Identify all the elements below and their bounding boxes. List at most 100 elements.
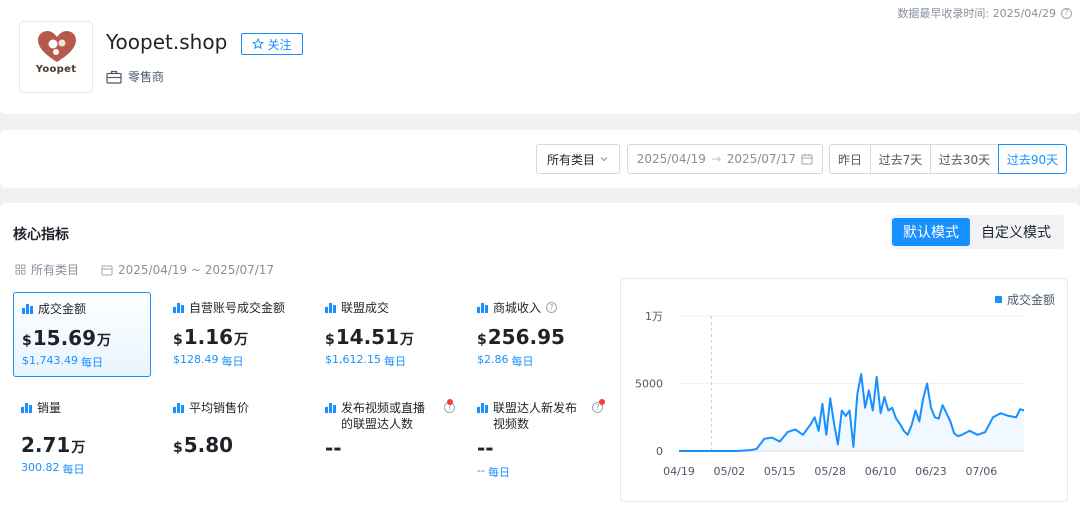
quick-7d-button[interactable]: 过去7天 [870, 144, 931, 174]
calendar-icon [101, 265, 113, 275]
star-outline-icon [252, 38, 265, 50]
metric-gmv[interactable]: 成交金额 $15.69 万 $1,743.49 每日 [13, 292, 151, 377]
metric-value: -- [325, 436, 342, 460]
follow-button[interactable]: 关注 [241, 33, 303, 55]
chart-plot: 0 5000 1万 04/19 05/02 05/15 05/28 06/10 06/23 07/… [635, 310, 1025, 478]
category-select[interactable]: 所有类目 [536, 144, 620, 174]
date-end: 2025/07/17 [726, 152, 796, 166]
x-tick-label: 05/15 [764, 465, 796, 478]
bar-chart-icon [21, 402, 32, 413]
x-tick-label: 06/10 [865, 465, 897, 478]
metric-label: 发布视频或直播的联盟达人数 [341, 401, 426, 431]
x-tick-label: 05/28 [814, 465, 846, 478]
custom-mode-button[interactable]: 自定义模式 [970, 218, 1062, 246]
metric-value: 256.95 [487, 325, 565, 349]
metric-daily-value: $1,743.49 [22, 354, 78, 367]
new-feature-dot [599, 399, 605, 405]
date-start: 2025/04/19 [636, 152, 706, 166]
shop-name: Yoopet.shop [106, 30, 228, 54]
metric-unit: 万 [234, 332, 249, 348]
shop-type: 零售商 [106, 68, 164, 85]
quick-90d-button[interactable]: 过去90天 [998, 144, 1067, 174]
bar-chart-icon [325, 402, 336, 413]
shop-logo: Yoopet [19, 21, 93, 93]
logo-text: Yoopet [35, 64, 77, 75]
briefcase-icon [106, 70, 122, 84]
category-select-value: 所有类目 [546, 152, 595, 167]
metric-currency: $ [22, 333, 32, 349]
gmv-trend-chart: 成交金额 0 5000 1万 04/19 05/02 05/15 05/28 06/10 06/… [620, 278, 1068, 502]
metric-label: 商城收入 [493, 301, 542, 315]
metric-unit: 万 [400, 332, 415, 348]
metric-value: 15.69 [32, 326, 97, 350]
core-metrics-card: 核心指标 默认模式 自定义模式 所有类目 2025/04/19 ~ 2025/0… [0, 203, 1080, 512]
active-filter-summary: 所有类目 2025/04/19 ~ 2025/07/17 [15, 261, 274, 278]
shop-header-card: Yoopet Yoopet.shop 关注 零售商 数据最早收录时间: 2025… [0, 0, 1080, 114]
metric-avg-price[interactable]: 平均销售价 $5.80 [165, 392, 303, 477]
metric-label: 平均销售价 [189, 401, 250, 415]
metric-affiliate-creators[interactable]: 发布视频或直播的联盟达人数? -- [317, 392, 455, 477]
quick-yesterday-button[interactable]: 昨日 [829, 144, 871, 174]
x-tick-label: 07/06 [966, 465, 998, 478]
metric-unit: 万 [71, 440, 86, 456]
section-title: 核心指标 [13, 227, 69, 243]
metric-daily-label: 每日 [80, 356, 103, 369]
bar-chart-icon [477, 402, 488, 413]
metric-label: 销量 [37, 401, 62, 415]
metric-daily-label: 每日 [62, 463, 85, 476]
bar-chart-icon [22, 303, 33, 314]
metric-self-account-gmv[interactable]: 自营账号成交金额 $1.16 万 $128.49 每日 [165, 292, 303, 377]
metric-currency: $ [477, 332, 487, 348]
metric-daily-value: -- [477, 464, 485, 477]
metric-daily-label: 每日 [383, 355, 406, 368]
metric-currency: $ [173, 332, 183, 348]
metric-value: 2.71 [21, 433, 71, 457]
metric-currency: $ [173, 440, 183, 456]
new-feature-dot [447, 399, 453, 405]
series-area [679, 374, 1024, 451]
chevron-down-icon [600, 157, 608, 162]
metric-currency: $ [325, 332, 335, 348]
metric-value: 14.51 [335, 325, 400, 349]
metric-daily-value: $1,612.15 [325, 353, 381, 366]
question-circle-icon[interactable]: ? [1061, 7, 1072, 19]
default-mode-button[interactable]: 默认模式 [892, 218, 970, 246]
calendar-icon [801, 154, 813, 165]
metric-daily-value: $128.49 [173, 353, 219, 366]
metric-value: -- [477, 436, 494, 460]
question-circle-icon[interactable]: ? [546, 302, 558, 313]
date-arrow: → [711, 152, 722, 166]
metric-label: 成交金额 [38, 302, 87, 316]
metric-unit: 万 [97, 333, 112, 349]
data-time-text: 数据最早收录时间: 2025/04/29 [897, 7, 1056, 20]
metric-daily-label: 每日 [221, 355, 244, 368]
metric-label: 联盟成交 [341, 301, 390, 315]
filter-bar: 所有类目 2025/04/19 → 2025/07/17 昨日 过去7天 过去3… [0, 130, 1080, 188]
metric-new-videos[interactable]: 联盟达人新发布视频数? -- -- 每日 [469, 392, 607, 479]
quick-date-group: 昨日 过去7天 过去30天 过去90天 [829, 144, 1067, 174]
metric-mall-revenue[interactable]: 商城收入? $256.95 $2.86 每日 [469, 292, 607, 377]
date-range-picker[interactable]: 2025/04/19 → 2025/07/17 [627, 144, 823, 174]
data-collection-time: 数据最早收录时间: 2025/04/29 ? [897, 5, 1072, 21]
bar-chart-icon [325, 302, 336, 313]
metric-value: 1.16 [183, 325, 234, 349]
summary-date-range: 2025/04/19 ~ 2025/07/17 [118, 262, 275, 277]
metric-daily-label: 每日 [487, 466, 510, 479]
metric-affiliate-gmv[interactable]: 联盟成交 $14.51 万 $1,612.15 每日 [317, 292, 455, 377]
metric-label: 自营账号成交金额 [189, 301, 286, 315]
x-tick-label: 06/23 [915, 465, 947, 478]
metric-units-sold[interactable]: 销量 2.71 万 300.82 每日 [13, 392, 151, 477]
grid-icon [15, 264, 26, 275]
shop-type-label: 零售商 [128, 70, 165, 84]
bar-chart-icon [173, 402, 184, 413]
metric-value: 5.80 [183, 433, 234, 457]
metric-label: 联盟达人新发布视频数 [493, 401, 578, 431]
quick-30d-button[interactable]: 过去30天 [930, 144, 999, 174]
x-tick-label: 05/02 [714, 465, 746, 478]
metric-daily-value: $2.86 [477, 353, 509, 366]
bar-chart-icon [477, 302, 488, 313]
follow-label: 关注 [267, 37, 292, 52]
metric-daily-label: 每日 [511, 355, 534, 368]
y-tick-label: 1万 [645, 310, 663, 323]
heart-paw-logo-icon [38, 31, 76, 62]
